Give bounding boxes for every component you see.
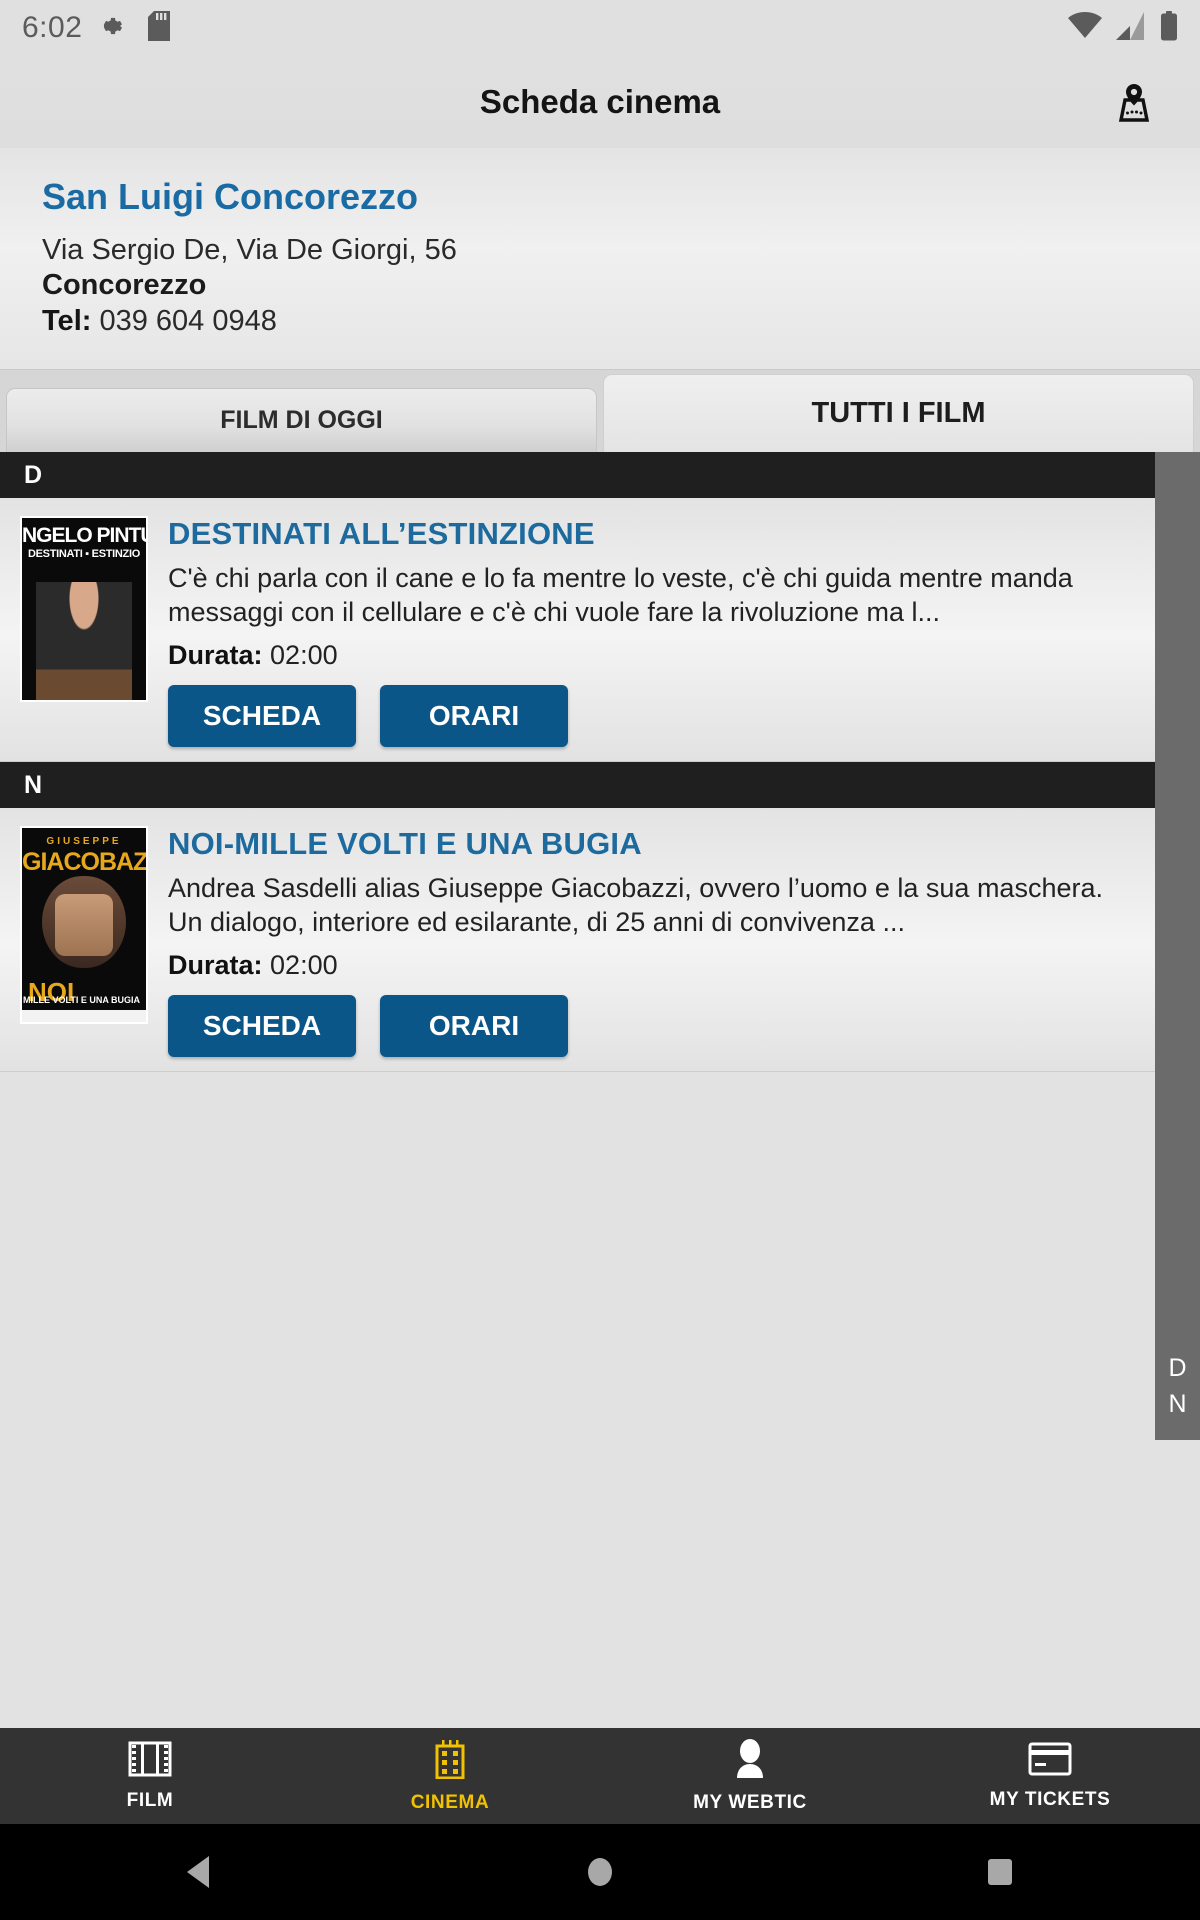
tab-tutti-i-film[interactable]: TUTTI I FILM bbox=[603, 374, 1194, 453]
movie-title[interactable]: NOI-MILLE VOLTI E UNA BUGIA bbox=[168, 826, 1139, 862]
cinema-phone: Tel: 039 604 0948 bbox=[42, 304, 1158, 339]
alpha-index-item-n[interactable]: N bbox=[1168, 1386, 1186, 1422]
person-icon bbox=[731, 1738, 769, 1784]
movie-description: Andrea Sasdelli alias Giuseppe Giacobazz… bbox=[168, 873, 1103, 938]
orari-button[interactable]: ORARI bbox=[380, 995, 568, 1058]
movie-duration-label: Durata: bbox=[168, 640, 263, 671]
nav-label-my-webtic: MY WEBTIC bbox=[693, 1791, 807, 1813]
ticket-card-icon bbox=[1028, 1742, 1072, 1781]
poster-small-text: GIUSEPPE bbox=[46, 836, 122, 848]
movie-duration: Durata: 02:00 bbox=[168, 640, 1139, 671]
section-header-n: N bbox=[0, 762, 1155, 809]
bottom-navigation: FILM CINEMA MY WEBTIC MY TICKETS bbox=[0, 1728, 1200, 1824]
signal-icon bbox=[1116, 11, 1146, 45]
home-button[interactable] bbox=[540, 1854, 660, 1890]
alpha-index-rail[interactable]: D N bbox=[1155, 452, 1200, 1440]
list-empty-space bbox=[0, 1072, 1155, 1333]
cinema-address: Via Sergio De, Via De Giorgi, 56 bbox=[42, 234, 457, 266]
cinema-phone-value: 039 604 0948 bbox=[99, 304, 277, 337]
poster-noi-subtext: MILLE VOLTI E UNA BUGIA bbox=[23, 994, 140, 1005]
poster-art-figure bbox=[36, 582, 132, 701]
movie-duration: Durata: 02:00 bbox=[168, 950, 1139, 981]
poster-big-text: GIACOBAZZI bbox=[22, 848, 148, 877]
nav-label-film: FILM bbox=[126, 1789, 174, 1811]
back-button[interactable] bbox=[140, 1854, 260, 1890]
status-bar-right bbox=[1068, 10, 1178, 46]
poster-art-strip bbox=[22, 1010, 146, 1023]
movie-actions: SCHEDA ORARI bbox=[168, 995, 1139, 1058]
nav-item-film[interactable]: FILM bbox=[0, 1728, 300, 1824]
nav-label-my-tickets: MY TICKETS bbox=[989, 1788, 1111, 1810]
page-title: Scheda cinema bbox=[479, 83, 721, 120]
tab-film-di-oggi[interactable]: FILM DI OGGI bbox=[6, 388, 597, 453]
movie-row[interactable]: GIUSEPPE GIACOBAZZI NOI MILLE VOLTI E UN… bbox=[0, 808, 1155, 1073]
nav-item-my-webtic[interactable]: MY WEBTIC bbox=[600, 1728, 900, 1824]
poster-art-hand bbox=[55, 894, 113, 957]
cinema-info-panel: San Luigi Concorezzo Via Sergio De, Via … bbox=[0, 148, 1200, 371]
gear-icon bbox=[100, 11, 130, 46]
status-bar: 6:02 bbox=[0, 0, 1200, 56]
movie-actions: SCHEDA ORARI bbox=[168, 685, 1139, 748]
poster-subline: DESTINATI ▪ ESTINZIO bbox=[28, 548, 140, 561]
movie-details: NOI-MILLE VOLTI E UNA BUGIA Andrea Sasde… bbox=[148, 826, 1155, 1058]
movie-list: D NGELO PINTU DESTINATI ▪ ESTINZIO DESTI… bbox=[0, 452, 1200, 1440]
movie-description: C'è chi parla con il cane e lo fa mentre… bbox=[168, 563, 1073, 628]
android-navigation-bar bbox=[0, 1824, 1200, 1920]
status-time: 6:02 bbox=[22, 11, 83, 44]
movie-poster[interactable]: NGELO PINTU DESTINATI ▪ ESTINZIO bbox=[20, 516, 148, 703]
movie-row[interactable]: NGELO PINTU DESTINATI ▪ ESTINZIO DESTINA… bbox=[0, 498, 1155, 763]
movie-duration-label: Durata: bbox=[168, 950, 263, 981]
nav-item-cinema[interactable]: CINEMA bbox=[300, 1728, 600, 1824]
app-bar: Scheda cinema bbox=[0, 56, 1200, 148]
cinema-name: San Luigi Concorezzo bbox=[42, 176, 419, 217]
wifi-icon bbox=[1068, 11, 1102, 45]
section-letter: D bbox=[24, 460, 43, 489]
nav-label-cinema: CINEMA bbox=[410, 1791, 490, 1813]
movie-title[interactable]: DESTINATI ALL’ESTINZIONE bbox=[168, 516, 1139, 552]
sd-card-icon bbox=[148, 10, 171, 46]
film-tabs: FILM DI OGGI TUTTI I FILM bbox=[0, 370, 1200, 453]
poster-headline: NGELO PINTU bbox=[22, 524, 148, 548]
status-bar-left: 6:02 bbox=[22, 10, 171, 46]
battery-icon bbox=[1160, 10, 1178, 46]
map-pin-icon[interactable] bbox=[1106, 74, 1162, 130]
cinema-phone-label: Tel: bbox=[42, 304, 92, 337]
nav-item-my-tickets[interactable]: MY TICKETS bbox=[900, 1728, 1200, 1824]
cinema-building-icon bbox=[430, 1739, 470, 1784]
section-letter: N bbox=[24, 770, 43, 799]
cinema-city: Concorezzo bbox=[42, 269, 207, 302]
recents-button[interactable] bbox=[940, 1854, 1060, 1890]
orari-button[interactable]: ORARI bbox=[380, 685, 568, 748]
scheda-button[interactable]: SCHEDA bbox=[168, 685, 356, 748]
movie-details: DESTINATI ALL’ESTINZIONE C'è chi parla c… bbox=[148, 516, 1155, 748]
film-strip-icon bbox=[128, 1741, 172, 1782]
scheda-button[interactable]: SCHEDA bbox=[168, 995, 356, 1058]
alpha-index-item-d[interactable]: D bbox=[1168, 1350, 1186, 1386]
section-header-d: D bbox=[0, 452, 1155, 499]
movie-duration-value: 02:00 bbox=[270, 640, 338, 671]
movie-duration-value: 02:00 bbox=[270, 950, 338, 981]
movie-list-column: D NGELO PINTU DESTINATI ▪ ESTINZIO DESTI… bbox=[0, 452, 1155, 1333]
movie-poster[interactable]: GIUSEPPE GIACOBAZZI NOI MILLE VOLTI E UN… bbox=[20, 826, 148, 1025]
